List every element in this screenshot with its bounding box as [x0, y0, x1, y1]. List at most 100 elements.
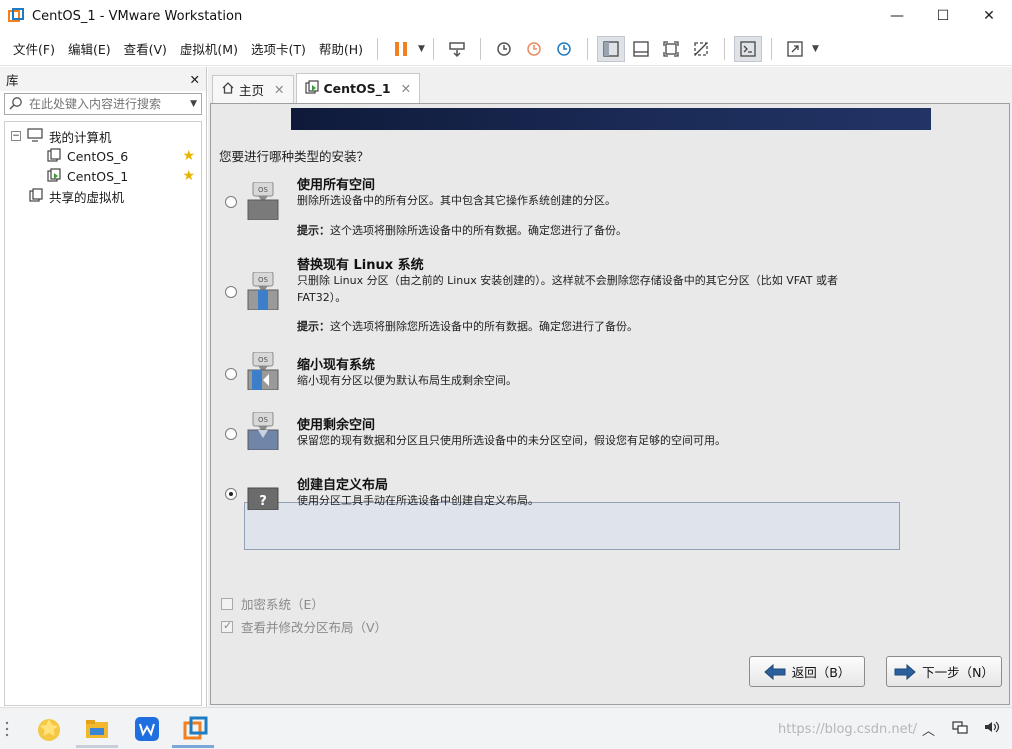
toolbar-separator — [723, 37, 725, 60]
taskbar-wps-icon[interactable] — [134, 716, 160, 742]
installer-banner — [291, 108, 931, 130]
back-button[interactable]: 返回（B） — [749, 656, 865, 687]
maximize-button[interactable]: ☐ — [920, 0, 966, 32]
taskbar-active-indicator — [76, 745, 118, 748]
revert-snapshot-icon[interactable] — [520, 36, 548, 62]
show-library-icon[interactable] — [596, 35, 625, 62]
collapse-icon[interactable]: − — [11, 131, 21, 141]
taskbar: https://blog.csdn.net/ ︿ — [0, 707, 1012, 749]
full-screen-icon[interactable] — [657, 36, 685, 62]
svg-text:?: ? — [259, 494, 267, 509]
taskbar-vmware-icon[interactable] — [183, 716, 209, 742]
window-title: CentOS_1 - VMware Workstation — [32, 8, 243, 24]
library-search-input[interactable] — [29, 97, 189, 111]
custom-layout-icon: ? — [247, 478, 279, 516]
library-tree: − 我的计算机 CentOS_6 ★ CentOS_1 ★ 共享的虚拟机 — [4, 121, 202, 706]
menu-tabs[interactable]: 选项卡(T) — [245, 39, 312, 58]
volume-icon[interactable] — [984, 720, 1000, 738]
menu-view[interactable]: 查看(V) — [118, 39, 173, 58]
tab-strip: 主页 ✕ CentOS_1 ✕ — [208, 67, 1012, 103]
radio-replace-linux[interactable] — [225, 286, 237, 298]
radio-shrink-system[interactable] — [225, 368, 237, 380]
minimize-button[interactable]: — — [874, 0, 920, 32]
computer-icon — [27, 127, 43, 145]
radio-use-all-space[interactable] — [225, 196, 237, 208]
option-title: 替换现有 Linux 系统 — [297, 258, 424, 273]
menu-help[interactable]: 帮助(H) — [313, 39, 369, 58]
shared-vm-icon — [29, 187, 43, 205]
radio-use-free-space[interactable] — [225, 428, 237, 440]
title-bar: CentOS_1 - VMware Workstation — ☐ ✕ — [0, 0, 1012, 32]
stretch-guest-icon[interactable] — [781, 36, 809, 62]
option-use-all-space[interactable]: OS 使用所有空间 删除所选设备中的所有分区。其中包含其它操作系统创建的分区。 … — [225, 170, 901, 240]
tab-close-icon[interactable]: ✕ — [401, 81, 411, 96]
option-title: 缩小现有系统 — [297, 358, 376, 373]
pause-icon[interactable] — [387, 36, 415, 62]
option-custom-layout[interactable]: ? 创建自定义布局 使用分区工具手动在所选设备中创建自定义布局。 — [225, 470, 901, 518]
network-icon[interactable] — [952, 720, 968, 738]
tray-expand-icon[interactable]: ︿ — [922, 720, 935, 739]
taskbar-grip-icon — [4, 720, 10, 741]
review-layout-row[interactable]: 查看并修改分区布局（V） — [221, 617, 387, 636]
option-description: 使用分区工具手动在所选设备中创建自定义布局。 — [297, 494, 539, 507]
next-button[interactable]: 下一步（N） — [886, 656, 1002, 687]
tip-text: 这个选项将删除所选设备中的所有数据。确定您进行了备份。 — [330, 224, 627, 237]
back-button-label: 返回（B） — [791, 665, 851, 680]
vm-icon — [47, 147, 61, 165]
tree-item-vm[interactable]: CentOS_6 ★ — [5, 146, 201, 166]
encrypt-system-checkbox[interactable] — [221, 597, 233, 610]
option-description: 保留您的现有数据和分区且只使用所选设备中的未分区空间，假设您有足够的空间可用。 — [297, 434, 726, 447]
close-window-button[interactable]: ✕ — [966, 0, 1012, 32]
svg-text:OS: OS — [258, 186, 269, 194]
option-title: 使用剩余空间 — [297, 418, 376, 433]
main-area: 主页 ✕ CentOS_1 ✕ 您要进行哪种类型的安装？ OS 使用所有空间 删… — [208, 67, 1012, 707]
stretch-dropdown-icon[interactable]: ▼ — [812, 44, 819, 54]
favorite-star-icon[interactable]: ★ — [182, 168, 195, 184]
favorite-star-icon[interactable]: ★ — [182, 148, 195, 164]
running-vm-icon — [47, 167, 61, 185]
tree-item-shared-vms[interactable]: 共享的虚拟机 — [5, 186, 201, 206]
menu-vm[interactable]: 虚拟机(M) — [174, 39, 244, 58]
option-description: 缩小现有分区以便为默认布局生成剩余空间。 — [297, 374, 517, 387]
toolbar-separator — [770, 37, 772, 60]
option-use-free-space[interactable]: OS 使用剩余空间 保留您的现有数据和分区且只使用所选设备中的未分区空间，假设您… — [225, 410, 901, 458]
option-title: 创建自定义布局 — [297, 478, 389, 493]
review-layout-checkbox[interactable] — [221, 619, 233, 633]
taskbar-assistant-icon[interactable] — [36, 716, 62, 742]
option-title: 使用所有空间 — [297, 178, 376, 193]
vm-console[interactable]: 您要进行哪种类型的安装？ OS 使用所有空间 删除所选设备中的所有分区。其中包含… — [210, 103, 1010, 705]
encrypt-system-label: 加密系统（E） — [241, 597, 324, 612]
toolbar-separator — [432, 37, 434, 60]
unity-icon[interactable] — [687, 36, 715, 62]
csdn-watermark: https://blog.csdn.net/ — [778, 722, 918, 737]
console-view-icon[interactable] — [733, 35, 762, 62]
tree-item-my-computer[interactable]: − 我的计算机 — [5, 126, 201, 146]
snapshot-manager-icon[interactable] — [550, 36, 578, 62]
option-tip: 提示：这个选项将删除所选设备中的所有数据。确定您进行了备份。 — [297, 222, 627, 238]
snapshot-icon[interactable] — [490, 36, 518, 62]
send-keys-icon[interactable] — [443, 36, 471, 62]
tab-close-icon[interactable]: ✕ — [274, 82, 284, 97]
menu-edit[interactable]: 编辑(E) — [62, 39, 117, 58]
taskbar-file-explorer-icon[interactable] — [84, 716, 110, 742]
tree-item-vm[interactable]: CentOS_1 ★ — [5, 166, 201, 186]
tab-vm[interactable]: CentOS_1 ✕ — [295, 73, 421, 103]
tab-home[interactable]: 主页 ✕ — [212, 75, 294, 103]
next-button-label: 下一步（N） — [922, 665, 994, 680]
search-dropdown-icon[interactable]: ▼ — [190, 99, 197, 109]
svg-text:OS: OS — [258, 416, 269, 424]
menu-file[interactable]: 文件(F) — [7, 39, 61, 58]
search-icon — [9, 96, 23, 113]
library-title: 库 — [6, 72, 19, 88]
radio-custom-layout[interactable] — [225, 488, 237, 500]
svg-text:OS: OS — [258, 276, 269, 284]
tab-vm-label: CentOS_1 — [323, 81, 391, 96]
library-panel: 库 ✕ ▼ − 我的计算机 CentOS_6 ★ CentOS_1 — [0, 67, 207, 707]
encrypt-system-row[interactable]: 加密系统（E） — [221, 594, 324, 613]
option-shrink-system[interactable]: OS 缩小现有系统 缩小现有分区以便为默认布局生成剩余空间。 — [225, 350, 901, 398]
option-replace-linux[interactable]: OS 替换现有 Linux 系统 只删除 Linux 分区（由之前的 Linux… — [225, 250, 901, 340]
thumbnail-bar-icon[interactable] — [627, 36, 655, 62]
pause-dropdown-icon[interactable]: ▼ — [418, 44, 425, 54]
library-close-icon[interactable]: ✕ — [190, 72, 200, 87]
disk-os-icon: OS — [247, 181, 279, 221]
